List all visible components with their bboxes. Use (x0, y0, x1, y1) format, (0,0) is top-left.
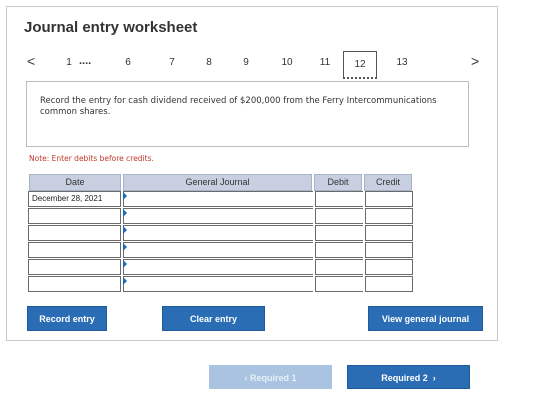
account-input[interactable] (123, 208, 313, 224)
required-1-button[interactable]: ‹ Required 1 (209, 365, 332, 389)
header-date: Date (29, 174, 121, 191)
debit-input[interactable] (315, 191, 363, 207)
nav-item-6[interactable]: 6 (120, 57, 136, 68)
date-cell[interactable] (28, 242, 121, 258)
nav-item-8[interactable]: 8 (201, 57, 217, 68)
credit-input[interactable] (365, 208, 413, 224)
debit-input[interactable] (315, 259, 363, 275)
header-debit: Debit (314, 174, 362, 191)
credit-input[interactable] (365, 225, 413, 241)
date-cell[interactable] (28, 276, 121, 292)
chevron-right-icon: › (427, 373, 436, 383)
header-credit: Credit (364, 174, 412, 191)
dropdown-marker-icon (123, 209, 127, 217)
table-row (28, 208, 414, 225)
nav-item-13[interactable]: 13 (394, 57, 410, 68)
header-general-journal: General Journal (123, 174, 312, 191)
nav-item-9[interactable]: 9 (238, 57, 254, 68)
account-input[interactable] (123, 276, 313, 292)
debit-input[interactable] (315, 208, 363, 224)
credit-input[interactable] (365, 242, 413, 258)
nav-item-1[interactable]: 1 (61, 57, 77, 68)
date-cell[interactable] (28, 225, 121, 241)
nav-ellipsis: .... (79, 55, 92, 67)
worksheet-title: Journal entry worksheet (24, 19, 198, 36)
table-row (28, 242, 414, 259)
nav-item-12[interactable]: 12 (343, 51, 377, 79)
question-prompt: Record the entry for cash dividend recei… (40, 96, 437, 117)
prev-arrow-icon[interactable]: < (27, 53, 35, 69)
entry-navigation: < 1 .... 6 7 8 9 10 11 12 13 > (21, 51, 483, 81)
entry-note: Note: Enter debits before credits. (29, 154, 154, 163)
debit-input[interactable] (315, 242, 363, 258)
debit-input[interactable] (315, 276, 363, 292)
table-row: December 28, 2021 (28, 191, 414, 208)
account-input[interactable] (123, 191, 313, 207)
table-row (28, 259, 414, 276)
credit-input[interactable] (365, 259, 413, 275)
required-2-button[interactable]: Required 2 › (347, 365, 470, 389)
clear-entry-button[interactable]: Clear entry (162, 306, 265, 331)
table-row (28, 276, 414, 293)
date-cell[interactable] (28, 259, 121, 275)
required-2-label: Required 2 (381, 373, 428, 383)
dropdown-marker-icon (123, 260, 127, 268)
account-input[interactable] (123, 225, 313, 241)
account-input[interactable] (123, 242, 313, 258)
nav-item-10[interactable]: 10 (279, 57, 295, 68)
date-cell[interactable]: December 28, 2021 (28, 191, 121, 207)
nav-item-7[interactable]: 7 (164, 57, 180, 68)
table-row (28, 225, 414, 242)
record-entry-button[interactable]: Record entry (27, 306, 107, 331)
date-cell[interactable] (28, 208, 121, 224)
credit-input[interactable] (365, 276, 413, 292)
required-1-label: Required 1 (249, 373, 297, 383)
credit-input[interactable] (365, 191, 413, 207)
journal-entry-worksheet: Journal entry worksheet < 1 .... 6 7 8 9… (6, 6, 498, 341)
view-general-journal-button[interactable]: View general journal (368, 306, 483, 331)
next-arrow-icon[interactable]: > (471, 53, 479, 69)
dropdown-marker-icon (123, 277, 127, 285)
nav-item-11[interactable]: 11 (317, 57, 333, 68)
debit-input[interactable] (315, 225, 363, 241)
question-prompt-box: Record the entry for cash dividend recei… (26, 81, 469, 147)
account-input[interactable] (123, 259, 313, 275)
dropdown-marker-icon (123, 226, 127, 234)
dropdown-marker-icon (123, 243, 127, 251)
dropdown-marker-icon (123, 192, 127, 200)
